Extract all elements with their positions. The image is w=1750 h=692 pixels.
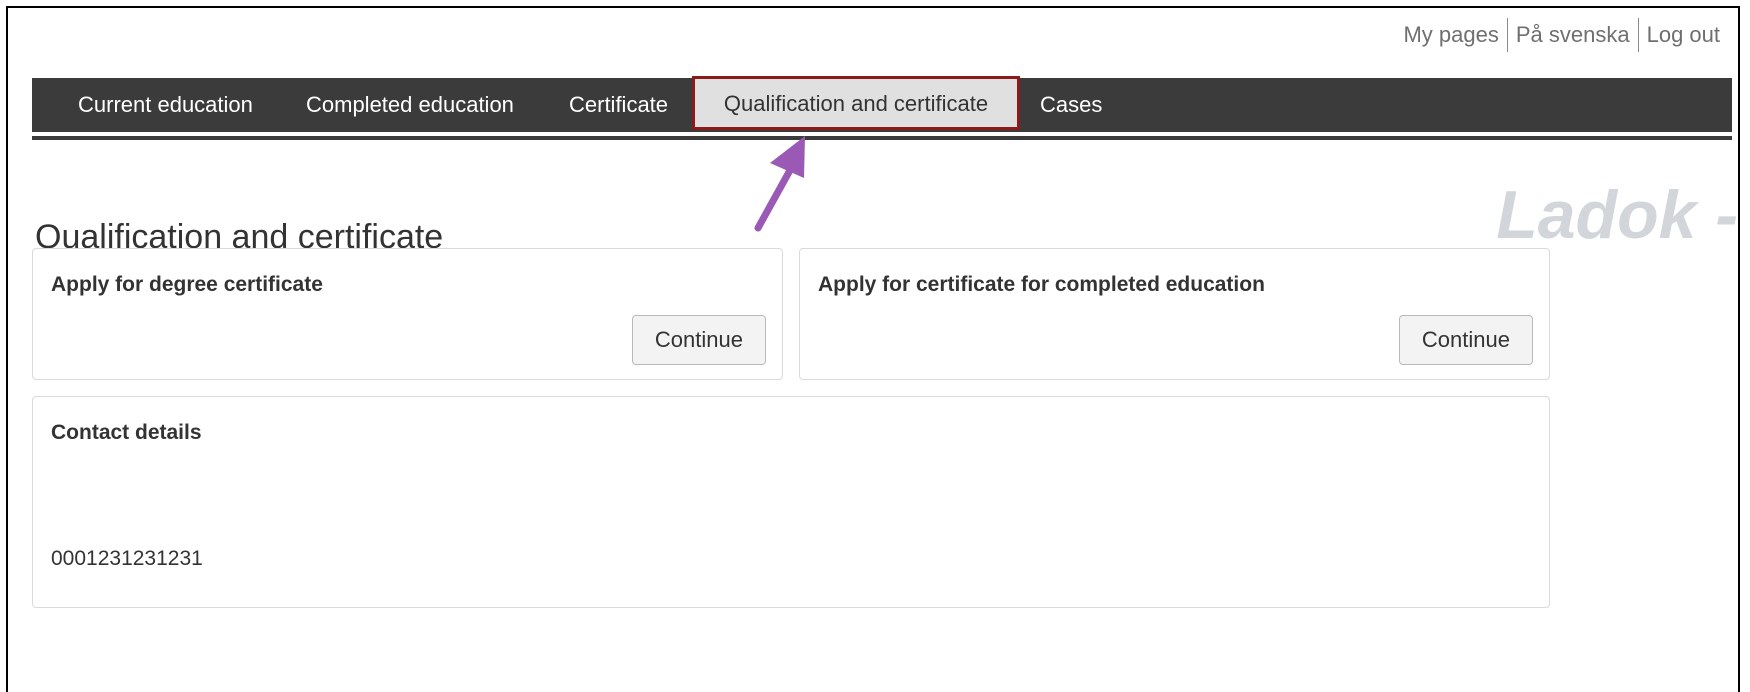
completed-education-heading: Apply for certificate for completed educ… [818,273,1265,296]
completed-education-certificate-panel: Apply for certificate for completed educ… [799,248,1550,380]
contact-details-panel: Contact details 0001231231231 [32,396,1550,608]
degree-continue-button[interactable]: Continue [631,315,766,365]
contact-details-heading: Contact details [51,421,202,444]
degree-certificate-panel: Apply for degree certificate Continue [32,248,783,380]
completed-continue-button[interactable]: Continue [1398,315,1533,365]
degree-certificate-heading: Apply for degree certificate [51,273,323,296]
app-frame: My pages På svenska Log out Current educ… [6,6,1740,692]
phone-number: 0001231231231 [51,547,203,570]
